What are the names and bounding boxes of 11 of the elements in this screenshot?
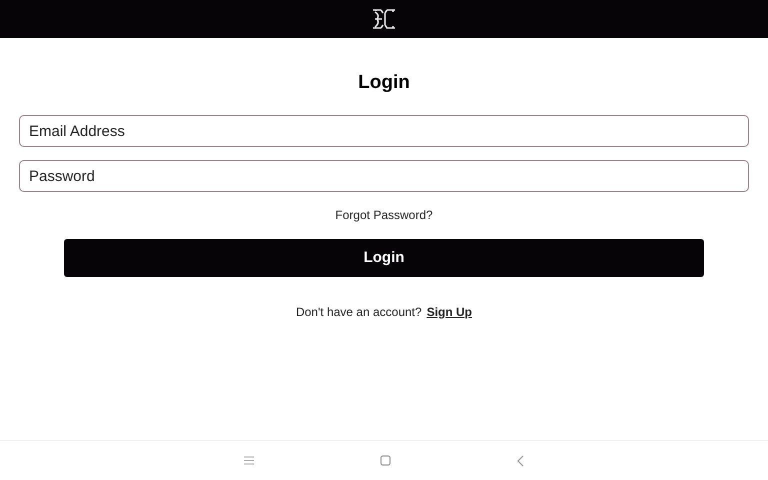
back-icon[interactable] [517, 454, 524, 466]
menu-icon[interactable] [244, 456, 254, 465]
forgot-password-link[interactable]: Forgot Password? [335, 206, 433, 224]
login-button[interactable]: Login [64, 239, 704, 277]
password-field[interactable]: Password [19, 160, 749, 192]
home-icon[interactable] [380, 455, 391, 466]
sign-up-link[interactable]: Sign Up [426, 303, 472, 321]
logo-icon [371, 7, 397, 31]
page-title: Login [358, 71, 410, 95]
signup-prompt: Don't have an account? [296, 304, 422, 321]
email-field[interactable]: Email Address [19, 115, 749, 147]
